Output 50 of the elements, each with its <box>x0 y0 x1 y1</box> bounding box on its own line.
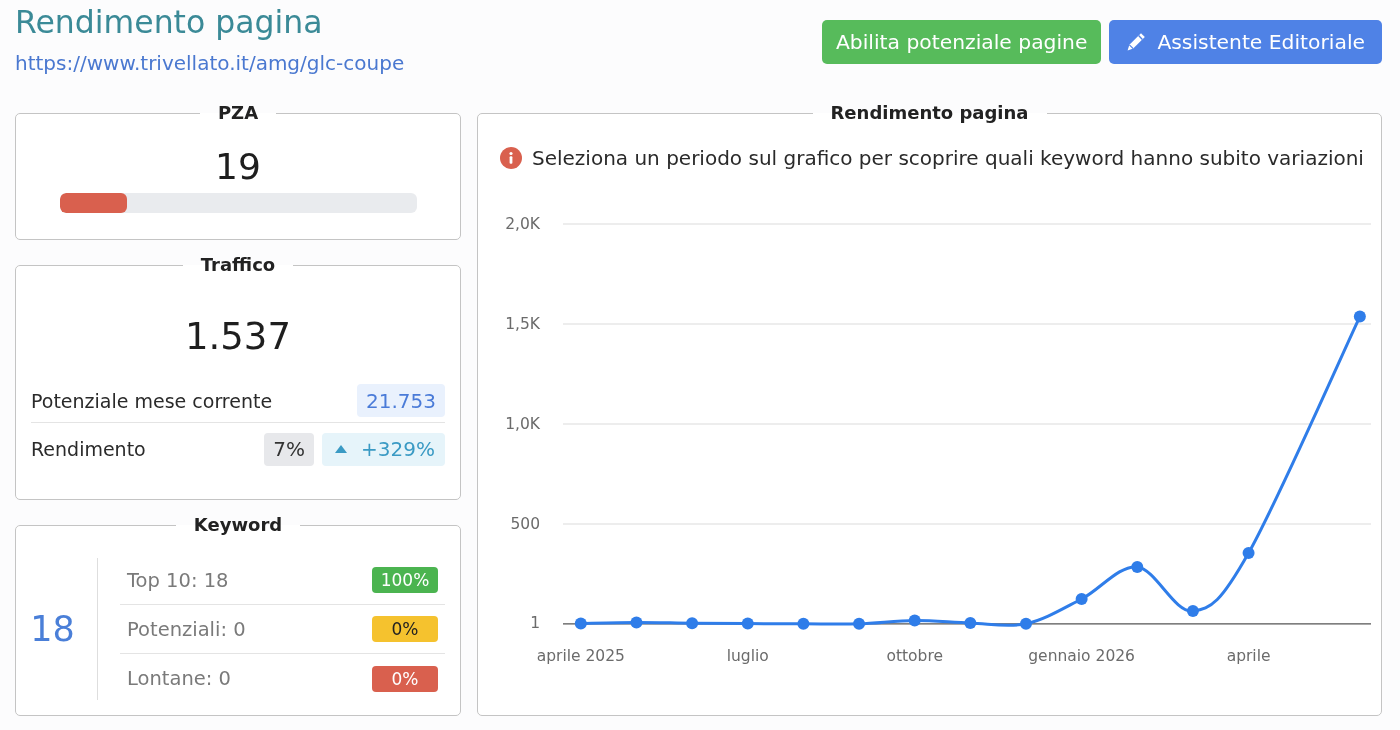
y-axis-label: 1,5K <box>505 314 540 333</box>
info-icon <box>500 147 522 169</box>
badge-text: 0% <box>391 667 419 691</box>
card-title: Traffico <box>200 254 276 275</box>
badge-text: +329% <box>361 437 435 461</box>
x-axis-label: aprile 2025 <box>536 646 625 665</box>
point <box>574 617 587 630</box>
y-axis-label: 2,0K <box>505 214 540 233</box>
keyword-label: Potenziali: 0 <box>127 617 246 641</box>
stat-label: Rendimento <box>31 438 146 460</box>
badge-text: 21.753 <box>366 388 436 413</box>
point <box>964 617 977 629</box>
traffic-value: 1.537 <box>185 314 291 360</box>
keyword-label: Top 10: 18 <box>127 568 229 592</box>
point <box>1075 593 1088 605</box>
page-url-link[interactable]: https://www.trivellato.it/amg/glc-coupe <box>15 51 405 75</box>
score-value: 19 <box>215 147 261 187</box>
point <box>1019 617 1032 630</box>
point <box>1186 605 1199 617</box>
point <box>1131 561 1144 573</box>
x-axis-label: luglio <box>726 646 769 665</box>
y-axis-label: 500 <box>510 514 540 533</box>
point <box>853 617 866 630</box>
badge-text: 7% <box>273 437 306 461</box>
page-title: Rendimento pagina <box>15 4 323 40</box>
keyword-total: 18 <box>30 609 76 649</box>
point <box>630 616 643 629</box>
keyword-label: Lontane: 0 <box>127 667 231 690</box>
x-axis-label: gennaio 2026 <box>1028 646 1135 665</box>
pencil-icon <box>1126 32 1147 52</box>
point <box>741 617 754 630</box>
notice-text: Seleziona un periodo sul grafico per scoprire quali keyword hanno subito variazioni <box>532 146 1364 170</box>
point <box>686 617 699 630</box>
caret-up-icon <box>335 445 348 453</box>
badge-text: 100% <box>380 569 430 592</box>
point <box>797 617 810 630</box>
x-axis-label: aprile <box>1226 646 1271 665</box>
editor-button[interactable]: Assistente Editoriale <box>1109 20 1382 64</box>
enable-button[interactable]: Abilita potenziale pagine <box>821 20 1102 64</box>
card-title: Keyword <box>193 514 283 535</box>
y-axis-label: 1 <box>530 614 540 633</box>
card-title: Rendimento pagina <box>830 102 1029 123</box>
x-axis-label: ottobre <box>886 646 943 665</box>
badge-text: 0% <box>391 618 419 641</box>
stat-label: Potenziale mese corrente <box>31 389 273 412</box>
y-axis-label: 1,0K <box>505 414 540 433</box>
point <box>1242 547 1255 559</box>
card-title: PZA <box>217 102 259 123</box>
point <box>1353 310 1366 323</box>
point <box>908 614 921 627</box>
